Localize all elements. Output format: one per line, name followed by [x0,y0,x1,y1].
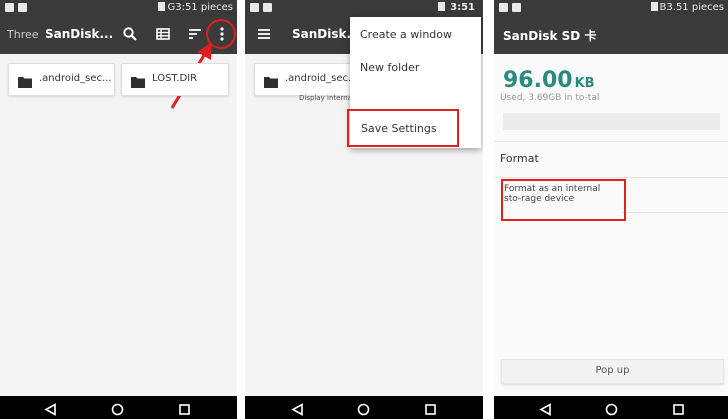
hamburger-menu-icon[interactable] [256,26,274,44]
screen-1-file-list: G3:51 pieces Three SanDisk... .android_s… [0,0,237,419]
divider [622,212,728,213]
storage-size-unit: KB [574,76,595,91]
pop-up-label: Pop up [595,365,630,376]
folder-icon [131,73,145,92]
highlight-box [347,109,459,147]
storage-size: 96.00 KB [503,68,595,93]
highlight-box [501,179,626,221]
storage-size-value: 96.00 [503,68,573,93]
status-bar: 3:51 [245,0,483,17]
pop-up-button[interactable]: Pop up [501,359,724,384]
notification-icon [499,3,508,12]
home-icon[interactable] [605,401,618,419]
folder-item[interactable]: .android_sec... [254,63,360,96]
folder-name: .android_sec... [39,73,112,84]
status-time: B3.51 pieces [659,2,724,13]
recents-icon[interactable] [178,401,191,419]
storage-usage-bar [503,113,720,130]
divider [494,177,728,178]
back-icon[interactable] [539,401,552,419]
folder-icon [18,73,32,92]
navigation-bar [245,396,483,419]
status-time: 3:51 [450,2,475,13]
annotation-arrow [170,19,236,109]
status-bar: B3.51 pieces [494,0,728,17]
recents-icon[interactable] [672,401,685,419]
screen-3-storage-settings: B3.51 pieces SanDisk SD 卡 96.00 KB Used, … [494,0,728,419]
navigation-bar [0,396,237,419]
section-header-format: Format [500,152,539,165]
battery-icon [437,2,445,11]
menu-item-new-folder[interactable]: New folder [360,61,419,74]
recents-icon[interactable] [424,401,437,419]
screen-2-overflow-menu: 3:51 SanDisk... .android_sec... Display … [245,0,483,419]
folder-name: .android_sec... [285,73,358,84]
toolbar-title: SanDisk SD 卡 [503,29,597,43]
storage-used-text: Used, 3.69GB in to-tal [500,93,600,103]
home-icon[interactable] [357,401,370,419]
navigation-bar [494,396,728,419]
battery-icon [650,2,658,11]
sd-card-icon [263,3,272,12]
divider [494,141,728,142]
menu-item-create-window[interactable]: Create a window [360,28,452,41]
folder-icon [264,73,278,92]
folder-item[interactable]: .android_sec... [8,63,115,96]
app-toolbar: SanDisk SD 卡 [494,17,728,54]
sd-card-icon [512,3,521,12]
folder-name: LOST.DIR [152,73,198,84]
folder-item[interactable]: LOST.DIR [121,63,229,96]
home-icon[interactable] [111,401,124,419]
notification-icon [250,3,259,12]
back-icon[interactable] [291,401,304,419]
back-icon[interactable] [44,401,57,419]
